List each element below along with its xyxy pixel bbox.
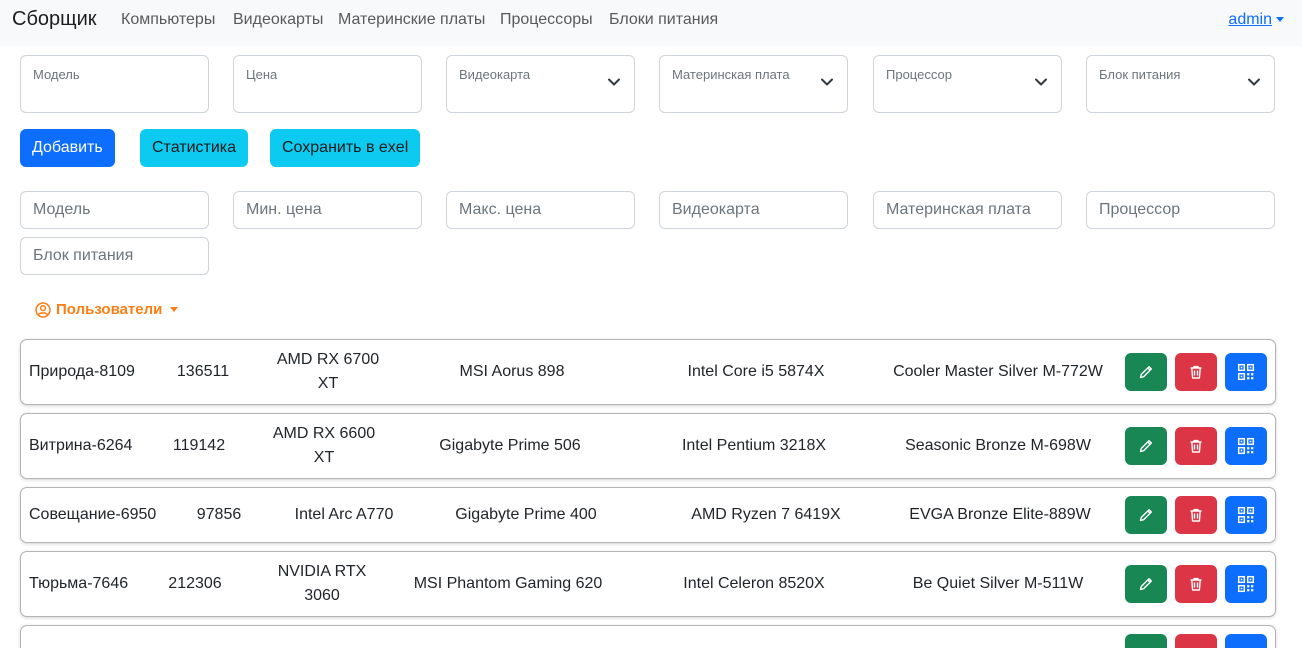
qr-code-icon bbox=[1237, 506, 1255, 524]
psu-select-label: Блок питания bbox=[1099, 67, 1181, 82]
chevron-down-icon bbox=[608, 78, 620, 86]
qr-code-icon bbox=[1237, 437, 1255, 455]
list-item: Тюрьма-7646 212306 NVIDIA RTX 3060 MSI P… bbox=[20, 551, 1276, 617]
trash-icon bbox=[1190, 577, 1202, 591]
delete-button[interactable] bbox=[1175, 634, 1217, 648]
pencil-icon bbox=[1139, 366, 1152, 379]
computer-price: 97856 bbox=[196, 506, 242, 523]
computer-motherboard: Gigabyte Prime 400 bbox=[455, 506, 597, 523]
computer-psu: EVGA Bronze Elite-889W bbox=[909, 506, 1091, 523]
users-dropdown-toggle[interactable]: Пользователи bbox=[35, 301, 179, 318]
pencil-icon bbox=[1139, 440, 1152, 453]
list-item: Витрина-6264 119142 AMD RX 6600 XT Gigab… bbox=[20, 413, 1276, 479]
user-circle-icon bbox=[35, 301, 51, 318]
edit-button[interactable] bbox=[1125, 427, 1167, 465]
price-input-label: Цена bbox=[246, 67, 278, 82]
nav-link-computers[interactable]: Компьютеры bbox=[121, 11, 215, 29]
trash-icon bbox=[1190, 439, 1202, 453]
brand-link[interactable]: Сборщик bbox=[12, 8, 97, 31]
edit-button[interactable] bbox=[1125, 565, 1167, 603]
nav-link-motherboards[interactable]: Материнские платы bbox=[338, 11, 485, 29]
computer-motherboard: MSI Aorus 898 bbox=[459, 363, 565, 380]
qr-code-button[interactable] bbox=[1225, 496, 1267, 534]
filter-gpu-input[interactable] bbox=[659, 191, 848, 229]
user-name: admin bbox=[1228, 11, 1272, 28]
chevron-down-icon bbox=[1035, 78, 1047, 86]
qr-code-button[interactable] bbox=[1225, 565, 1267, 603]
computer-model: Природа-8109 bbox=[29, 363, 135, 380]
gpu-select-label: Видеокарта bbox=[459, 67, 531, 82]
list-item: Природа-8109 136511 AMD RX 6700 XT MSI A… bbox=[20, 339, 1276, 405]
delete-button[interactable] bbox=[1175, 353, 1217, 391]
gpu-select[interactable]: Видеокарта bbox=[446, 55, 635, 113]
chevron-down-icon bbox=[821, 78, 833, 86]
top-navbar: Сборщик Компьютеры Видеокарты Матерински… bbox=[0, 0, 1302, 46]
model-input[interactable]: Модель bbox=[20, 55, 209, 113]
filter-min-price-input[interactable] bbox=[233, 191, 422, 229]
add-button[interactable]: Добавить bbox=[20, 129, 115, 167]
psu-select[interactable]: Блок питания bbox=[1086, 55, 1275, 113]
pencil-icon bbox=[1139, 509, 1152, 522]
computer-gpu: NVIDIA RTX 3060 bbox=[277, 563, 367, 604]
cpu-select[interactable]: Процессор bbox=[873, 55, 1062, 113]
filter-motherboard-input[interactable] bbox=[873, 191, 1062, 229]
list-item-partial bbox=[20, 625, 1276, 648]
nav-link-cpus[interactable]: Процессоры bbox=[500, 11, 593, 29]
computer-gpu: AMD RX 6600 XT bbox=[272, 425, 376, 466]
price-input[interactable]: Цена bbox=[233, 55, 422, 113]
motherboard-select-label: Материнская плата bbox=[672, 67, 790, 82]
model-input-label: Модель bbox=[33, 67, 80, 82]
computer-model: Витрина-6264 bbox=[29, 437, 133, 454]
computer-motherboard: MSI Phantom Gaming 620 bbox=[413, 575, 603, 592]
computer-price: 119142 bbox=[172, 437, 226, 454]
cpu-select-label: Процессор bbox=[886, 67, 952, 82]
edit-button[interactable] bbox=[1125, 496, 1167, 534]
computer-cpu: Intel Core i5 5874X bbox=[687, 363, 825, 380]
trash-icon bbox=[1190, 508, 1202, 522]
user-dropdown[interactable]: admin bbox=[1228, 11, 1284, 29]
caret-down-icon bbox=[1276, 17, 1284, 23]
computer-cpu: Intel Pentium 3218X bbox=[681, 437, 827, 454]
users-dropdown-label: Пользователи bbox=[56, 301, 163, 318]
computer-motherboard: Gigabyte Prime 506 bbox=[439, 437, 581, 454]
delete-button[interactable] bbox=[1175, 427, 1217, 465]
computer-psu: Seasonic Bronze M-698W bbox=[905, 437, 1091, 454]
pencil-icon bbox=[1139, 578, 1152, 591]
edit-button[interactable] bbox=[1125, 634, 1167, 648]
filter-psu-input[interactable] bbox=[20, 237, 209, 275]
computer-cpu: Intel Celeron 8520X bbox=[683, 575, 825, 592]
filter-cpu-input[interactable] bbox=[1086, 191, 1275, 229]
qr-code-icon bbox=[1237, 363, 1255, 381]
computer-price: 212306 bbox=[168, 575, 222, 592]
delete-button[interactable] bbox=[1175, 565, 1217, 603]
delete-button[interactable] bbox=[1175, 496, 1217, 534]
qr-code-icon bbox=[1237, 575, 1255, 593]
trash-icon bbox=[1190, 365, 1202, 379]
edit-button[interactable] bbox=[1125, 353, 1167, 391]
motherboard-select[interactable]: Материнская плата bbox=[659, 55, 848, 113]
computer-model: Совещание-6950 bbox=[29, 506, 157, 523]
caret-down-icon bbox=[170, 307, 179, 312]
computer-cpu: AMD Ryzen 7 6419X bbox=[691, 506, 841, 523]
qr-code-button[interactable] bbox=[1225, 634, 1267, 648]
export-excel-button[interactable]: Сохранить в exel bbox=[270, 129, 421, 167]
computer-price: 136511 bbox=[176, 363, 230, 380]
qr-code-button[interactable] bbox=[1225, 427, 1267, 465]
statistics-button[interactable]: Статистика bbox=[140, 129, 249, 167]
list-item: Совещание-6950 97856 Intel Arc A770 Giga… bbox=[20, 487, 1276, 543]
qr-code-button[interactable] bbox=[1225, 353, 1267, 391]
computer-psu: Cooler Master Silver M-772W bbox=[893, 363, 1103, 380]
computer-gpu: Intel Arc A770 bbox=[294, 506, 394, 523]
filter-model-input[interactable] bbox=[20, 191, 209, 229]
chevron-down-icon bbox=[1248, 78, 1260, 86]
nav-link-psus[interactable]: Блоки питания bbox=[609, 11, 718, 29]
filter-max-price-input[interactable] bbox=[446, 191, 635, 229]
nav-link-gpus[interactable]: Видеокарты bbox=[233, 11, 323, 29]
computer-model: Тюрьма-7646 bbox=[29, 575, 129, 592]
computer-psu: Be Quiet Silver M-511W bbox=[912, 575, 1084, 592]
computer-gpu: AMD RX 6700 XT bbox=[276, 351, 380, 392]
